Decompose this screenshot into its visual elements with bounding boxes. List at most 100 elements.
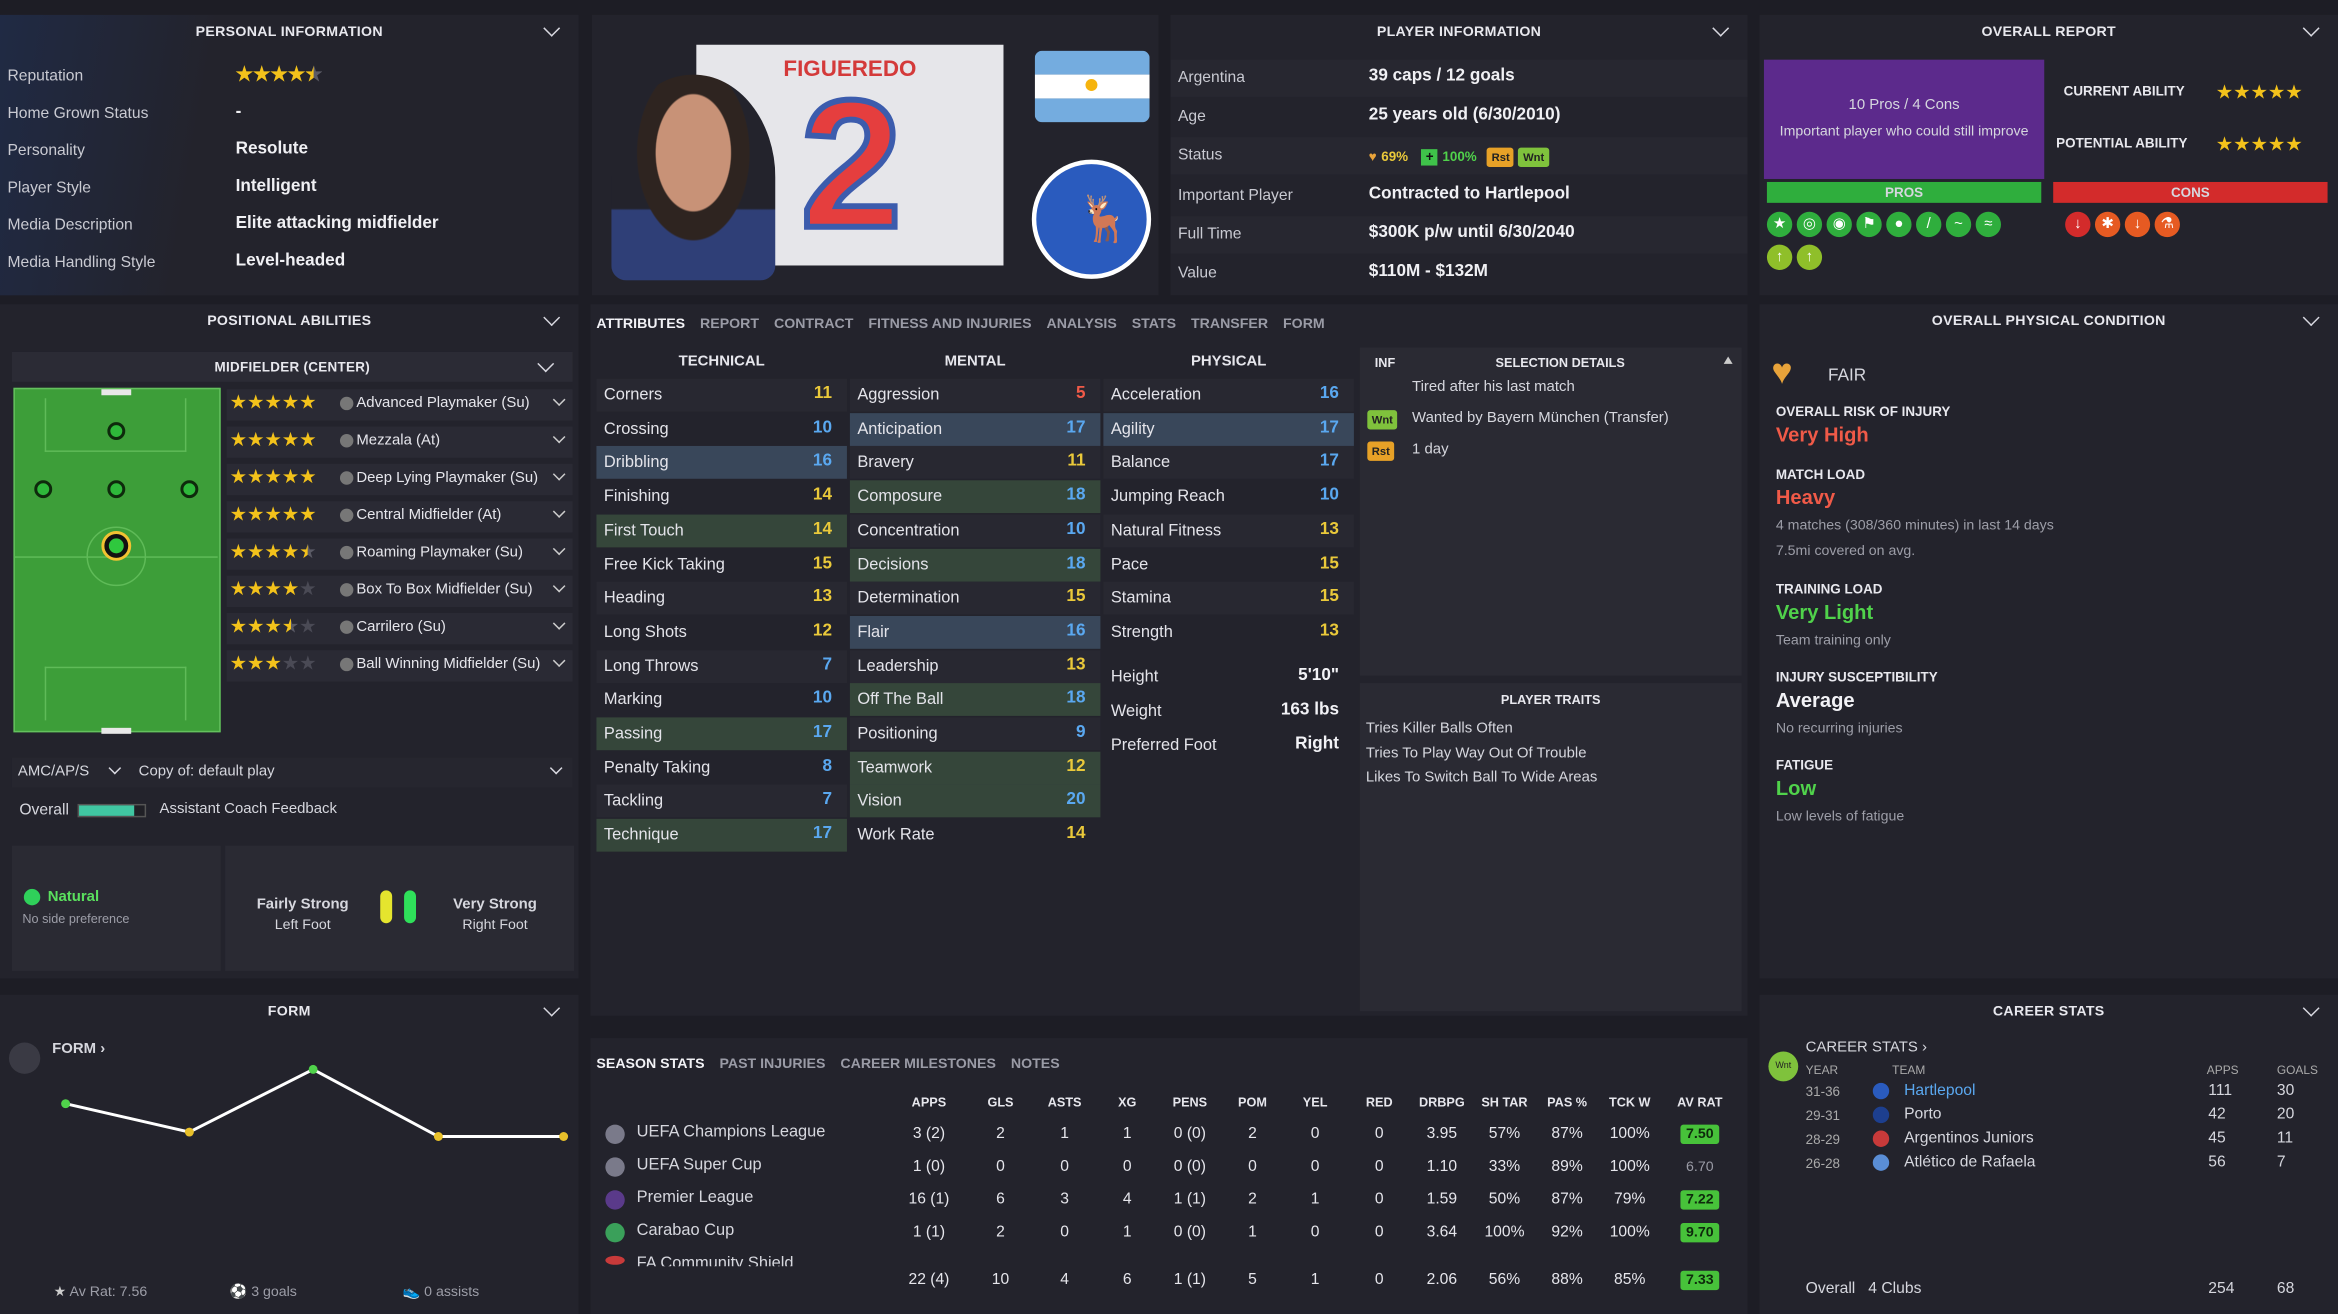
- role-row[interactable]: ★★★★★ Central Midfielder (At): [226, 501, 573, 533]
- role-row[interactable]: ★★★★★ Carrilero (Su): [226, 613, 573, 645]
- competition-name[interactable]: Carabao Cup: [637, 1222, 735, 1240]
- pro-icon[interactable]: ●: [1886, 211, 1912, 238]
- career-team[interactable]: Hartlepool: [1904, 1081, 1975, 1099]
- tab-report[interactable]: REPORT: [700, 316, 759, 332]
- attribute-row[interactable]: First Touch 14: [596, 514, 847, 548]
- attribute-row[interactable]: Jumping Reach 10: [1103, 480, 1353, 513]
- attribute-row[interactable]: Crossing 10: [596, 413, 846, 446]
- career-link[interactable]: CAREER STATS ›: [1806, 1040, 1927, 1056]
- chevron-down-icon[interactable]: [552, 393, 566, 407]
- role-row[interactable]: ★★★★★ Advanced Playmaker (Su): [226, 389, 573, 421]
- chevron-down-icon[interactable]: [552, 430, 566, 444]
- pro-icon[interactable]: ~: [1945, 211, 1972, 238]
- pro-icon[interactable]: ◎: [1796, 211, 1823, 238]
- attribute-row[interactable]: Flair 16: [849, 615, 1101, 649]
- column-header[interactable]: PAS %: [1537, 1095, 1597, 1110]
- attribute-row[interactable]: Pace 15: [1103, 548, 1353, 581]
- attribute-row[interactable]: Free Kick Taking 15: [596, 548, 846, 581]
- collapse-icon[interactable]: [1723, 356, 1733, 364]
- column-header[interactable]: GLS: [971, 1095, 1031, 1110]
- chevron-down-icon[interactable]: [552, 654, 566, 668]
- assistant-feedback-link[interactable]: Assistant Coach Feedback: [160, 801, 337, 817]
- column-header[interactable]: PENS: [1160, 1095, 1220, 1110]
- role-row[interactable]: ★★★★★ Ball Winning Midfielder (Su): [226, 650, 573, 682]
- pro-icon[interactable]: ◉: [1826, 211, 1852, 238]
- info-icon[interactable]: [339, 583, 354, 597]
- attribute-row[interactable]: Vision 20: [849, 785, 1101, 818]
- attribute-row[interactable]: Decisions 18: [849, 548, 1101, 581]
- column-header[interactable]: POM: [1223, 1095, 1283, 1110]
- attribute-row[interactable]: Marking 10: [596, 684, 846, 717]
- competition-name[interactable]: FA Community Shield: [637, 1254, 794, 1266]
- attribute-row[interactable]: Agility 17: [1103, 412, 1354, 446]
- column-header[interactable]: DRBPG: [1412, 1095, 1472, 1110]
- tab-notes[interactable]: NOTES: [1011, 1056, 1060, 1072]
- tab-analysis[interactable]: ANALYSIS: [1046, 316, 1116, 332]
- chevron-down-icon[interactable]: [552, 467, 566, 481]
- role-select[interactable]: AMC/AP/S: [18, 764, 89, 780]
- chevron-down-icon[interactable]: [552, 505, 566, 518]
- column-header[interactable]: SH TAR: [1475, 1095, 1535, 1110]
- attribute-row[interactable]: Heading 13: [596, 581, 847, 615]
- column-header[interactable]: XG: [1097, 1095, 1157, 1110]
- attribute-row[interactable]: Aggression 5: [849, 378, 1101, 412]
- pro-icon[interactable]: ↑: [1796, 244, 1823, 270]
- chevron-down-icon[interactable]: [108, 761, 122, 775]
- column-header[interactable]: YEL: [1285, 1095, 1345, 1110]
- tab-fitness-and-injuries[interactable]: FITNESS AND INJURIES: [868, 316, 1031, 332]
- chevron-down-icon[interactable]: [549, 761, 563, 775]
- info-icon[interactable]: [339, 657, 354, 672]
- info-icon[interactable]: [339, 508, 354, 523]
- attribute-row[interactable]: Dribbling 16: [596, 446, 847, 480]
- argentina-flag[interactable]: [1034, 50, 1150, 123]
- con-icon[interactable]: ✱: [2094, 211, 2121, 238]
- con-icon[interactable]: ↓: [2065, 211, 2091, 238]
- con-icon[interactable]: ↓: [2124, 211, 2151, 238]
- attribute-row[interactable]: Balance 17: [1103, 446, 1354, 480]
- pro-icon[interactable]: ≈: [1975, 211, 2002, 238]
- column-header[interactable]: APPS: [899, 1095, 959, 1110]
- attribute-row[interactable]: Concentration 10: [849, 514, 1101, 548]
- column-header[interactable]: TCK W: [1600, 1095, 1660, 1110]
- attribute-row[interactable]: Strength 13: [1103, 616, 1353, 649]
- attribute-row[interactable]: Composure 18: [849, 480, 1101, 514]
- career-team[interactable]: Atlético de Rafaela: [1904, 1153, 2035, 1171]
- attribute-row[interactable]: Leadership 13: [849, 649, 1101, 683]
- attribute-row[interactable]: Bravery 11: [849, 446, 1101, 480]
- attribute-row[interactable]: Teamwork 12: [849, 751, 1101, 785]
- attribute-row[interactable]: Long Shots 12: [596, 616, 846, 649]
- attribute-row[interactable]: Long Throws 7: [596, 649, 847, 683]
- attribute-row[interactable]: Stamina 15: [1103, 581, 1354, 615]
- attribute-row[interactable]: Technique 17: [596, 818, 847, 852]
- pro-icon[interactable]: ★: [1766, 211, 1793, 238]
- attribute-row[interactable]: Penalty Taking 8: [596, 751, 846, 784]
- tab-career-milestones[interactable]: CAREER MILESTONES: [840, 1056, 996, 1072]
- attribute-row[interactable]: Work Rate 14: [850, 819, 1100, 852]
- attribute-row[interactable]: Acceleration 16: [1103, 378, 1354, 412]
- attribute-row[interactable]: Natural Fitness 13: [1103, 514, 1354, 548]
- tactic-select[interactable]: Copy of: default play: [139, 764, 275, 780]
- info-icon[interactable]: [339, 545, 354, 560]
- competition-name[interactable]: UEFA Super Cup: [637, 1156, 762, 1174]
- role-row[interactable]: ★★★★★ Roaming Playmaker (Su): [226, 538, 573, 570]
- career-team[interactable]: Argentinos Juniors: [1904, 1129, 2034, 1147]
- attribute-row[interactable]: Off The Ball 18: [849, 683, 1101, 717]
- tab-form[interactable]: FORM: [1283, 316, 1325, 332]
- attribute-row[interactable]: Passing 17: [596, 717, 847, 751]
- tab-past-injuries[interactable]: PAST INJURIES: [719, 1056, 825, 1072]
- info-icon[interactable]: [339, 620, 354, 634]
- info-icon[interactable]: [339, 396, 354, 411]
- column-header[interactable]: AV RAT: [1670, 1095, 1730, 1110]
- info-icon[interactable]: [339, 434, 354, 448]
- role-row[interactable]: ★★★★★ Box To Box Midfielder (Su): [226, 575, 573, 608]
- pro-icon[interactable]: ⚑: [1856, 211, 1882, 238]
- chevron-down-icon[interactable]: [552, 579, 566, 593]
- tab-stats[interactable]: STATS: [1132, 316, 1176, 332]
- attribute-row[interactable]: Corners 11: [596, 378, 847, 412]
- pro-icon[interactable]: ↑: [1766, 244, 1793, 270]
- role-row[interactable]: ★★★★★ Mezzala (At): [226, 426, 573, 458]
- career-team[interactable]: Porto: [1904, 1105, 1941, 1123]
- tab-transfer[interactable]: TRANSFER: [1191, 316, 1268, 332]
- info-icon[interactable]: [339, 471, 354, 485]
- tab-season-stats[interactable]: SEASON STATS: [596, 1056, 704, 1072]
